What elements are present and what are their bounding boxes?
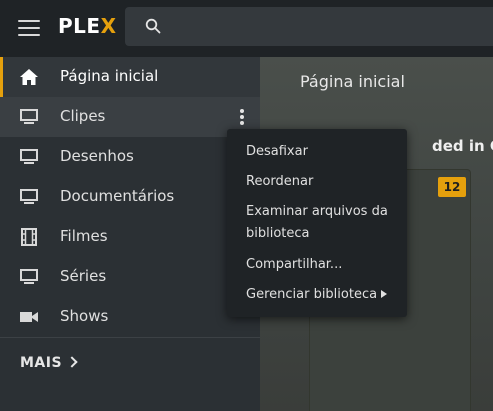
section-title[interactable]: ded in Clipes bbox=[432, 137, 493, 155]
more-button[interactable]: MAIS bbox=[20, 355, 78, 371]
menu-item-desafixar[interactable]: Desafixar bbox=[246, 141, 396, 163]
sidebar-item-desenhos[interactable]: Desenhos bbox=[0, 137, 260, 177]
sidebar-item-label: Shows bbox=[60, 307, 109, 325]
film-icon bbox=[21, 228, 37, 246]
logo-text: PLE bbox=[58, 14, 101, 38]
monitor-icon bbox=[20, 269, 38, 284]
sidebar: Página inicial Clipes Desenhos Documentá… bbox=[0, 57, 260, 411]
search-icon bbox=[145, 18, 161, 34]
monitor-icon bbox=[20, 149, 38, 164]
sidebar-item-label: Filmes bbox=[60, 227, 108, 245]
sidebar-item-filmes[interactable]: Filmes bbox=[0, 217, 260, 257]
more-options-icon[interactable] bbox=[236, 107, 248, 127]
page-title: Página inicial bbox=[300, 72, 405, 91]
sidebar-item-label: Documentários bbox=[60, 187, 175, 205]
menu-item-gerenciar-biblioteca[interactable]: Gerenciar biblioteca bbox=[246, 284, 396, 306]
active-indicator bbox=[0, 57, 3, 97]
hamburger-menu-icon[interactable] bbox=[18, 17, 40, 37]
sidebar-item-shows[interactable]: Shows bbox=[0, 297, 260, 337]
sidebar-item-label: Página inicial bbox=[60, 67, 159, 85]
monitor-icon bbox=[20, 189, 38, 204]
sidebar-item-label: Séries bbox=[60, 267, 107, 285]
library-context-menu: Desafixar Reordenar Examinar arquivos da… bbox=[227, 129, 407, 317]
unwatched-count-badge: 12 bbox=[438, 177, 466, 197]
menu-item-reordenar[interactable]: Reordenar bbox=[246, 171, 396, 193]
sidebar-item-documentarios[interactable]: Documentários bbox=[0, 177, 260, 217]
menu-item-examinar-arquivos[interactable]: Examinar arquivos da biblioteca bbox=[246, 201, 396, 245]
submenu-arrow-icon bbox=[381, 290, 388, 298]
sidebar-item-label: Desenhos bbox=[60, 147, 134, 165]
video-camera-icon bbox=[20, 312, 38, 322]
home-icon bbox=[20, 69, 38, 85]
search-input[interactable] bbox=[125, 7, 493, 46]
sidebar-item-pagina-inicial[interactable]: Página inicial bbox=[0, 57, 260, 97]
logo-accent: X bbox=[100, 14, 117, 38]
monitor-icon bbox=[20, 109, 38, 124]
sidebar-item-series[interactable]: Séries bbox=[0, 257, 260, 297]
chevron-right-icon bbox=[66, 356, 78, 368]
plex-logo[interactable]: PLEX bbox=[58, 14, 117, 38]
sidebar-item-label: Clipes bbox=[60, 107, 106, 125]
sidebar-divider bbox=[0, 337, 260, 338]
menu-item-label: Gerenciar biblioteca bbox=[246, 287, 378, 302]
sidebar-item-clipes[interactable]: Clipes bbox=[0, 97, 260, 137]
top-bar: PLEX bbox=[0, 0, 493, 57]
menu-item-compartilhar[interactable]: Compartilhar... bbox=[246, 254, 396, 276]
more-label: MAIS bbox=[20, 355, 63, 371]
